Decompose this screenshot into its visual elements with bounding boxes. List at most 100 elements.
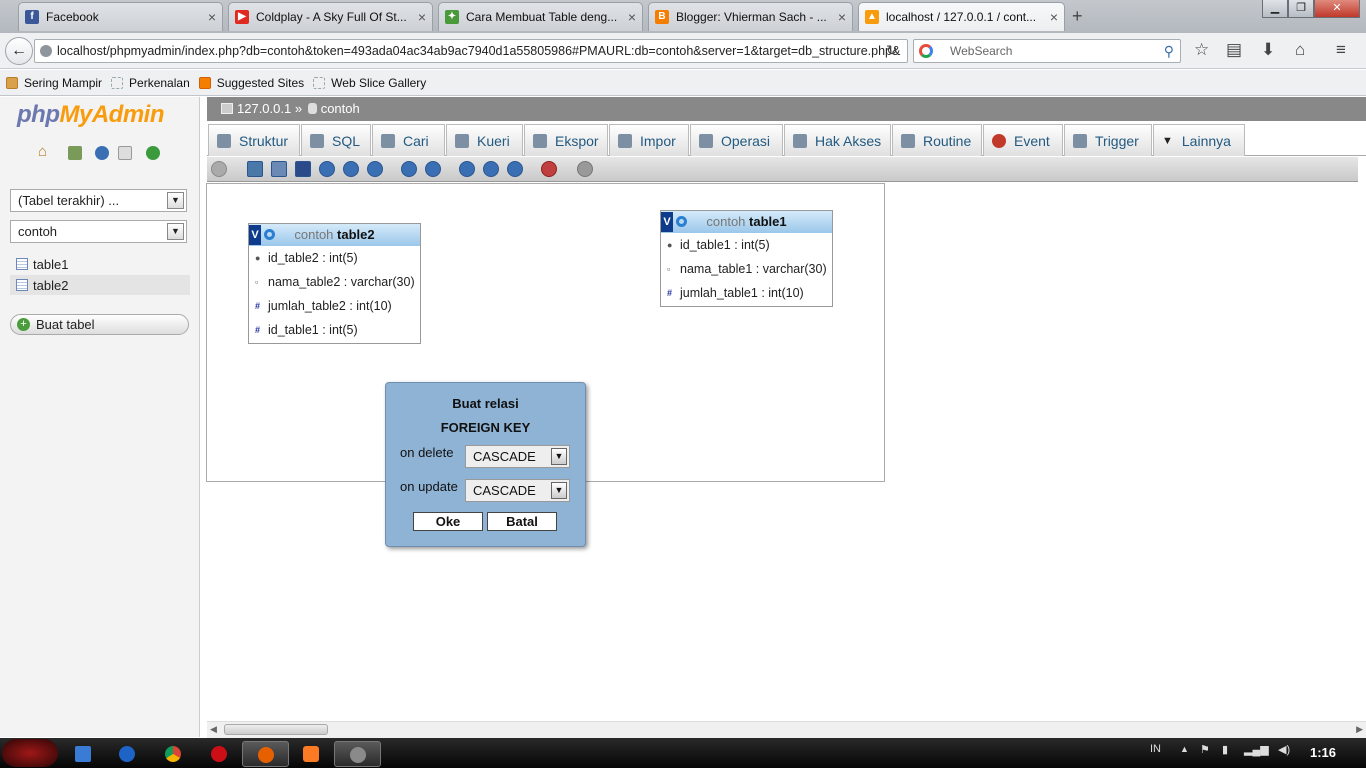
relation-icon[interactable] — [295, 161, 311, 177]
tab-kueri[interactable]: Kueri — [446, 124, 523, 156]
build-query-icon[interactable] — [577, 161, 593, 177]
recent-tables-select[interactable]: (Tabel terakhir) ... ▼ — [10, 189, 187, 212]
scrollbar-thumb[interactable] — [224, 724, 328, 735]
tab-struktur[interactable]: Struktur — [208, 124, 300, 156]
download-icon[interactable]: ⬇ — [1261, 40, 1275, 60]
close-tab-icon[interactable]: × — [1050, 9, 1058, 25]
column-row[interactable]: # jumlah_table1 : int(10) — [661, 281, 832, 305]
close-tab-icon[interactable]: × — [628, 9, 636, 25]
show-hidden-icons-icon[interactable]: ▲ — [1180, 744, 1189, 754]
close-window-button[interactable]: ✕ — [1314, 0, 1360, 18]
start-button[interactable] — [2, 739, 58, 767]
tab-impor[interactable]: Impor — [609, 124, 689, 156]
tab-operasi[interactable]: Operasi — [690, 124, 783, 156]
reload-icon[interactable]: ↻ — [886, 42, 898, 59]
cancel-button[interactable]: Batal — [487, 512, 557, 531]
taskbar-explorer[interactable] — [60, 741, 107, 767]
volume-icon[interactable]: ◀) — [1278, 743, 1290, 756]
gear-icon[interactable] — [264, 229, 275, 240]
toggle-table-button[interactable]: V — [661, 212, 673, 232]
create-table-button[interactable]: + Buat tabel — [10, 314, 189, 335]
on-delete-select[interactable]: CASCADE ▼ — [465, 445, 570, 468]
scroll-right-icon[interactable]: ▶ — [1356, 724, 1363, 735]
bookmark-perkenalan[interactable]: Perkenalan — [111, 76, 190, 90]
help-icon[interactable] — [95, 146, 109, 160]
taskbar-firefox[interactable] — [242, 741, 289, 767]
designer-table-table2[interactable]: V contoh table2 ● id_table2 : int(5) ▫ nam… — [248, 223, 421, 344]
gear-icon[interactable] — [676, 216, 687, 227]
export-pdf-icon[interactable] — [541, 161, 557, 177]
tab-hak-akses[interactable]: Hak Akses — [784, 124, 891, 156]
home-icon[interactable]: ⌂ — [1295, 40, 1305, 60]
reload-icon[interactable] — [319, 161, 335, 177]
question-icon[interactable] — [367, 161, 383, 177]
tab-routine[interactable]: Routine — [892, 124, 982, 156]
taskbar-media-player[interactable] — [104, 741, 151, 767]
column-row[interactable]: ▫ nama_table2 : varchar(30) — [249, 270, 420, 294]
menu-icon[interactable]: ≡ — [1336, 40, 1346, 60]
bookmark-suggested-sites[interactable]: Suggested Sites — [198, 76, 304, 90]
browser-tab-phpmyadmin[interactable]: ▲ localhost / 127.0.0.1 / cont... × — [858, 2, 1065, 31]
tab-event[interactable]: Event — [983, 124, 1063, 156]
browser-tab-facebook[interactable]: f Facebook × — [18, 2, 223, 31]
toggle-panel-icon[interactable] — [211, 161, 227, 177]
load-icon[interactable] — [271, 161, 287, 177]
home-icon[interactable]: ⌂ — [38, 143, 52, 160]
column-row[interactable]: ▫ nama_table1 : varchar(30) — [661, 257, 832, 281]
scroll-left-icon[interactable]: ◀ — [210, 724, 217, 735]
horizontal-scrollbar[interactable]: ◀ ▶ — [207, 721, 1366, 738]
bookmark-star-icon[interactable]: ☆ — [1194, 40, 1209, 60]
close-tab-icon[interactable]: × — [838, 9, 846, 25]
tab-trigger[interactable]: Trigger — [1064, 124, 1152, 156]
back-button[interactable]: ← — [5, 37, 33, 65]
tab-sql[interactable]: SQL — [301, 124, 371, 156]
tab-cari[interactable]: Cari — [372, 124, 445, 156]
column-row[interactable]: ● id_table2 : int(5) — [249, 246, 420, 270]
language-indicator[interactable]: IN — [1150, 743, 1161, 755]
browser-tab-youtube[interactable]: ▶ Coldplay - A Sky Full Of St... × — [228, 2, 433, 31]
database-select[interactable]: contoh ▼ — [10, 220, 187, 243]
column-row[interactable]: # jumlah_table2 : int(10) — [249, 294, 420, 318]
table-header[interactable]: V contoh table1 — [661, 211, 832, 233]
browser-tab-blogger[interactable]: B Blogger: Vhierman Sach - ... × — [648, 2, 853, 31]
flag-icon[interactable]: ⚑ — [1200, 743, 1210, 756]
bookmarks-list-icon[interactable]: ▤ — [1226, 40, 1242, 60]
column-row[interactable]: ● id_table1 : int(5) — [661, 233, 832, 257]
clock[interactable]: 1:16 — [1310, 745, 1336, 760]
column-row[interactable]: # id_table1 : int(5) — [249, 318, 420, 342]
documentation-icon[interactable] — [118, 146, 132, 160]
search-input[interactable]: WebSearch ⚲ — [913, 39, 1181, 63]
table-list-icon[interactable] — [507, 161, 523, 177]
sidebar-item-table2[interactable]: table2 — [10, 275, 190, 295]
toggle-table-button[interactable]: V — [249, 225, 261, 245]
grid-icon[interactable] — [425, 161, 441, 177]
sidebar-item-table1[interactable]: table1 — [10, 254, 190, 274]
table-header[interactable]: V contoh table2 — [249, 224, 420, 246]
taskbar-xampp[interactable] — [288, 741, 335, 767]
bookmark-web-slice-gallery[interactable]: Web Slice Gallery — [313, 76, 426, 90]
search-icon[interactable]: ⚲ — [1164, 40, 1174, 62]
network-icon[interactable]: ▂▄▆ — [1244, 743, 1269, 756]
save-icon[interactable] — [247, 161, 263, 177]
angular-links-icon[interactable] — [401, 161, 417, 177]
tab-ekspor[interactable]: Ekspor — [524, 124, 608, 156]
help-icon[interactable] — [343, 161, 359, 177]
taskbar-opera[interactable] — [196, 741, 243, 767]
on-update-select[interactable]: CASCADE ▼ — [465, 479, 570, 502]
taskbar-paint[interactable] — [334, 741, 381, 767]
designer-table-table1[interactable]: V contoh table1 ● id_table1 : int(5) ▫ nam… — [660, 210, 833, 307]
logout-icon[interactable] — [68, 146, 82, 160]
small-big-icon[interactable] — [459, 161, 475, 177]
maximize-button[interactable]: ❐ — [1288, 0, 1314, 18]
breadcrumb-server[interactable]: 127.0.0.1 — [237, 101, 291, 116]
new-tab-button[interactable]: + — [1072, 6, 1083, 27]
battery-icon[interactable]: ▮ — [1222, 743, 1228, 756]
toggle-small-big-icon[interactable] — [483, 161, 499, 177]
bookmark-sering-mampir[interactable]: Sering Mampir — [6, 76, 102, 90]
minimize-button[interactable]: ▁ — [1262, 0, 1288, 18]
phpmyadmin-logo[interactable]: phpMyAdmin — [17, 101, 164, 129]
address-bar[interactable]: localhost/phpmyadmin/index.php?db=contoh… — [34, 39, 908, 63]
tab-lainnya[interactable]: ▼ Lainnya — [1153, 124, 1245, 156]
taskbar-chrome[interactable] — [150, 741, 197, 767]
reload-icon[interactable] — [146, 146, 160, 160]
